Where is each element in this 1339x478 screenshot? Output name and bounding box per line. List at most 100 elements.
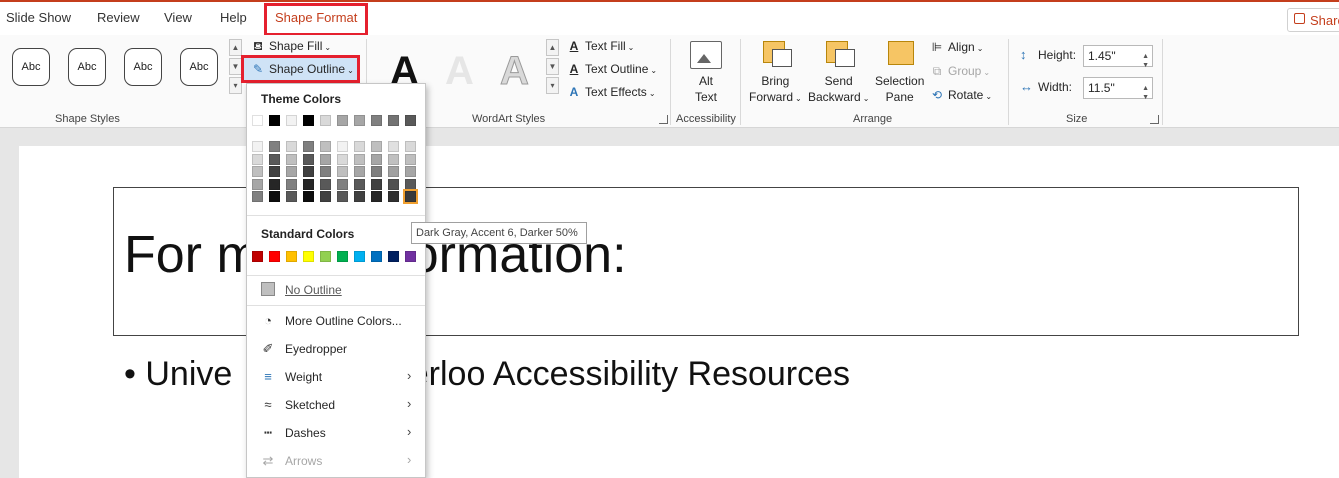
theme-shade-swatch[interactable]: [371, 191, 382, 202]
arrows-item[interactable]: ⇄ Arrows ›: [247, 448, 425, 474]
theme-shade-swatch[interactable]: [252, 166, 263, 177]
theme-shade-swatch[interactable]: [286, 141, 297, 152]
shape-style-tile-3[interactable]: Abc: [124, 48, 162, 86]
theme-shade-swatch[interactable]: [354, 191, 365, 202]
shape-style-tile-4[interactable]: Abc: [180, 48, 218, 86]
theme-shade-swatch[interactable]: [269, 178, 280, 190]
theme-color-swatch[interactable]: [303, 115, 314, 126]
theme-shade-swatch[interactable]: [320, 153, 331, 165]
tab-slide-show[interactable]: Slide Show: [6, 10, 71, 25]
theme-shade-swatch[interactable]: [286, 166, 297, 177]
share-button[interactable]: Share: [1287, 8, 1339, 32]
theme-shade-swatch[interactable]: [303, 153, 314, 165]
theme-shade-swatch[interactable]: [269, 153, 280, 165]
send-backward-button[interactable]: Send Backward ⌄: [808, 73, 869, 107]
theme-shade-swatch[interactable]: [405, 166, 416, 177]
text-outline-button[interactable]: A Text Outline ⌄: [567, 62, 657, 76]
standard-color-swatch[interactable]: [371, 251, 382, 262]
theme-shade-swatch[interactable]: [337, 166, 348, 177]
theme-shade-swatch[interactable]: [388, 178, 399, 190]
wordart-launcher-icon[interactable]: [659, 115, 668, 124]
theme-shade-swatch[interactable]: [388, 166, 399, 177]
shape-outline-button[interactable]: ✎ Shape Outline ⌄: [251, 62, 354, 76]
theme-shade-swatch[interactable]: [403, 189, 418, 204]
theme-shade-swatch[interactable]: [354, 178, 365, 190]
theme-shade-swatch[interactable]: [252, 191, 263, 202]
theme-shade-swatch[interactable]: [320, 178, 331, 190]
theme-shade-swatch[interactable]: [286, 153, 297, 165]
height-input[interactable]: 1.45" ▲ ▼: [1083, 45, 1153, 69]
theme-color-swatch[interactable]: [371, 115, 382, 126]
width-input[interactable]: 11.5" ▲ ▼: [1083, 77, 1153, 101]
weight-item[interactable]: ≡ Weight ›: [247, 364, 425, 390]
standard-color-swatch[interactable]: [320, 251, 331, 262]
theme-shade-swatch[interactable]: [320, 166, 331, 177]
theme-shade-swatch[interactable]: [320, 141, 331, 152]
no-outline-item[interactable]: No Outline: [247, 277, 425, 303]
theme-shade-swatch[interactable]: [252, 178, 263, 190]
standard-color-swatch[interactable]: [252, 251, 263, 262]
standard-color-swatch[interactable]: [269, 251, 280, 262]
bring-forward-button[interactable]: Bring Forward ⌄: [749, 73, 802, 107]
theme-shade-swatch[interactable]: [320, 191, 331, 202]
theme-color-swatch[interactable]: [337, 115, 348, 126]
more-outline-colors-item[interactable]: ◔ More Outline Colors...: [247, 308, 425, 334]
standard-color-swatch[interactable]: [303, 251, 314, 262]
gallery-scroll-up[interactable]: ▲: [229, 39, 242, 56]
theme-color-swatch[interactable]: [388, 115, 399, 126]
theme-shade-swatch[interactable]: [303, 191, 314, 202]
theme-shade-swatch[interactable]: [371, 153, 382, 165]
theme-shade-swatch[interactable]: [303, 166, 314, 177]
standard-color-swatch[interactable]: [388, 251, 399, 262]
theme-shade-swatch[interactable]: [371, 178, 382, 190]
group-button[interactable]: ⧉ Group ⌄: [930, 64, 990, 79]
theme-shade-swatch[interactable]: [337, 141, 348, 152]
theme-shade-swatch[interactable]: [252, 141, 263, 152]
text-fill-button[interactable]: A Text Fill ⌄: [567, 39, 635, 53]
wordart-scroll-up[interactable]: ▲: [546, 39, 559, 56]
theme-shade-swatch[interactable]: [337, 178, 348, 190]
tab-review[interactable]: Review: [97, 10, 140, 25]
theme-shade-swatch[interactable]: [354, 141, 365, 152]
wordart-style-2[interactable]: A: [445, 49, 474, 94]
rotate-button[interactable]: ⟲ Rotate ⌄: [930, 88, 992, 102]
theme-shade-swatch[interactable]: [337, 153, 348, 165]
sketched-item[interactable]: ≈ Sketched ›: [247, 392, 425, 418]
theme-shade-swatch[interactable]: [371, 166, 382, 177]
wordart-scroll-down[interactable]: ▼: [546, 58, 559, 75]
theme-shade-swatch[interactable]: [354, 166, 365, 177]
theme-shade-swatch[interactable]: [303, 141, 314, 152]
standard-color-swatch[interactable]: [337, 251, 348, 262]
theme-shade-swatch[interactable]: [388, 153, 399, 165]
theme-shade-swatch[interactable]: [269, 141, 280, 152]
align-button[interactable]: ⊫ Align ⌄: [930, 40, 984, 54]
theme-color-swatch[interactable]: [405, 115, 416, 126]
shape-style-tile-1[interactable]: Abc: [12, 48, 50, 86]
theme-shade-swatch[interactable]: [303, 178, 314, 190]
wordart-more-button[interactable]: ▾: [546, 77, 559, 94]
theme-shade-swatch[interactable]: [388, 141, 399, 152]
shape-style-tile-2[interactable]: Abc: [68, 48, 106, 86]
theme-shade-swatch[interactable]: [388, 191, 399, 202]
theme-shade-swatch[interactable]: [405, 153, 416, 165]
width-spin-down[interactable]: ▼: [1142, 88, 1149, 108]
dashes-item[interactable]: ┅ Dashes ›: [247, 420, 425, 446]
theme-color-swatch[interactable]: [269, 115, 280, 126]
theme-color-swatch[interactable]: [286, 115, 297, 126]
theme-shade-swatch[interactable]: [354, 153, 365, 165]
text-effects-button[interactable]: A Text Effects ⌄: [567, 85, 656, 99]
tab-view[interactable]: View: [164, 10, 192, 25]
eyedropper-item[interactable]: ✐ Eyedropper: [247, 336, 425, 362]
alt-text-button[interactable]: Alt Text: [695, 73, 717, 105]
theme-color-swatch[interactable]: [252, 115, 263, 126]
selection-pane-button[interactable]: Selection Pane: [875, 73, 924, 105]
shape-fill-button[interactable]: ⛾ Shape Fill ⌄: [251, 39, 331, 55]
theme-shade-swatch[interactable]: [405, 178, 416, 190]
theme-shade-swatch[interactable]: [269, 191, 280, 202]
theme-color-swatch[interactable]: [320, 115, 331, 126]
theme-color-swatch[interactable]: [354, 115, 365, 126]
tab-shape-format[interactable]: Shape Format: [275, 10, 357, 25]
standard-color-swatch[interactable]: [405, 251, 416, 262]
standard-color-swatch[interactable]: [354, 251, 365, 262]
standard-color-swatch[interactable]: [286, 251, 297, 262]
